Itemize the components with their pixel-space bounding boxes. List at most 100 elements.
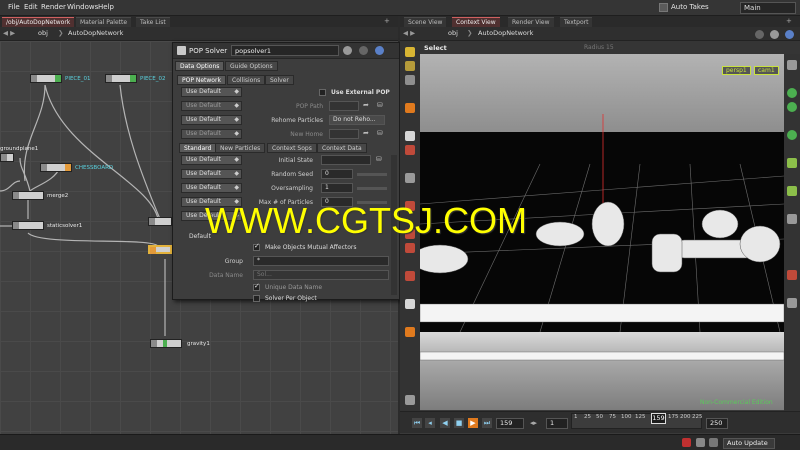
new-home-chooser-icon[interactable]: ⛁ [377,129,383,137]
camera-tool-icon[interactable] [405,299,415,309]
tab-context-sops[interactable]: Context Sops [267,143,317,153]
initial-state-chooser-icon[interactable]: ⛁ [376,155,382,163]
tab-take-list[interactable]: Take List [136,17,170,27]
light-icon[interactable] [787,88,797,98]
alert-icon[interactable] [682,438,691,447]
visibility-tool-icon[interactable] [405,173,415,183]
make-mutual-affectors-checkbox[interactable] [253,242,260,251]
random-seed-slider[interactable] [357,173,387,176]
performance-icon[interactable] [696,438,705,447]
use-default-random-seed[interactable]: Use Default ◆ [181,169,242,179]
node-merge2[interactable] [12,191,44,200]
current-frame-field[interactable]: 159 [496,418,524,429]
wireframe-icon[interactable] [787,130,797,140]
group-field[interactable]: * [253,256,389,266]
use-default-pop-path[interactable]: Use Default ◆ [181,101,242,111]
random-seed-field[interactable]: 0 [321,169,353,179]
use-default-external-pop[interactable]: Use Default ◆ [181,87,242,97]
node-piece-01[interactable] [30,74,62,83]
info-icon[interactable] [785,30,794,39]
node-chessboard[interactable] [40,163,72,172]
add-tab-icon[interactable]: + [786,17,792,25]
end-frame-field[interactable]: 250 [706,418,728,429]
shading-tool-icon[interactable] [405,327,415,337]
tab-material-palette[interactable]: Material Palette [76,17,132,27]
template-icon[interactable] [787,214,797,224]
path-obj[interactable]: obj [448,29,458,37]
initial-state-field[interactable] [321,155,371,165]
data-name-field[interactable]: Sol... [253,270,389,280]
take-select[interactable]: Main [740,2,796,14]
view-tool-icon[interactable] [405,103,415,113]
oversampling-slider[interactable] [357,187,387,190]
pop-path-jump-icon[interactable]: ➦ [363,101,369,109]
new-home-jump-icon[interactable]: ➦ [363,129,369,137]
tab-context-view[interactable]: Context View [452,17,500,27]
frame-step-icon[interactable]: ◂▸ [530,419,537,427]
viewport-persp-select[interactable]: persp1 [722,66,751,75]
menu-windows[interactable]: Windows [67,3,98,11]
node-popsolver-selected[interactable] [148,245,172,254]
pop-path-field[interactable] [329,101,359,111]
shadow-icon[interactable] [787,102,797,112]
auto-update-select[interactable]: Auto Update [723,438,775,449]
ghost-tool-icon[interactable] [405,271,415,281]
viewport-camera-select[interactable]: cam1 [754,66,779,75]
new-home-field[interactable] [329,129,359,139]
jump-start-icon[interactable]: ⏮ [412,418,422,428]
tab-render-view[interactable]: Render View [508,17,554,27]
tab-data-options[interactable]: Data Options [175,61,225,71]
gear-icon[interactable] [343,46,352,55]
display-options-icon[interactable] [787,60,797,70]
frame-step-field[interactable]: 1 [546,418,568,429]
path-obj[interactable]: obj [38,29,48,37]
oversampling-field[interactable]: 1 [321,183,353,193]
select-tool-icon[interactable] [405,47,415,57]
solver-per-object-checkbox[interactable] [253,295,260,302]
tab-textport[interactable]: Textport [560,17,593,27]
node-name-field[interactable]: popsolver1 [231,45,339,56]
safe-area-icon[interactable] [787,270,797,280]
jump-end-icon[interactable]: ⏭ [482,418,492,428]
pin-icon[interactable] [770,30,779,39]
snap-tool-icon[interactable] [405,145,415,155]
handle-tool-icon[interactable] [405,75,415,85]
node-gravity1[interactable] [150,339,182,348]
stop-icon[interactable]: ■ [454,418,464,428]
tab-scene-view[interactable]: Scene View [404,17,447,27]
node-dop-merge[interactable] [148,217,172,226]
playhead-frame[interactable]: 159 [651,413,666,424]
points-icon[interactable] [787,158,797,168]
background-icon[interactable] [787,298,797,308]
menu-help[interactable]: Help [98,3,114,11]
tab-pop-network[interactable]: POP Network [177,75,226,85]
timeline-ruler[interactable]: 1 25 50 75 100 125 150 175 200 225 [571,413,703,429]
auto-takes-checkbox[interactable] [659,3,668,12]
node-piece-02[interactable] [105,74,137,83]
use-default-new-home[interactable]: Use Default ◆ [181,129,242,139]
rehome-particles-select[interactable]: Do not Reho... [329,115,385,125]
tab-new-particles[interactable]: New Particles [215,143,266,153]
path-network[interactable]: AutoDopNetwork [478,29,533,37]
use-default-initial-state[interactable]: Use Default ◆ [181,155,242,165]
update-mode-icon[interactable] [709,438,718,447]
path-network[interactable]: AutoDopNetwork [68,29,123,37]
tab-solver[interactable]: Solver [265,75,294,85]
tab-network[interactable]: /obj/AutoDopNetwork [2,17,75,27]
transform-tool-icon[interactable] [405,61,415,71]
tab-context-data[interactable]: Context Data [317,143,367,153]
back-arrow-icon[interactable]: ◀ ▶ [3,29,15,37]
tab-collisions[interactable]: Collisions [227,75,266,85]
play-reverse-icon[interactable]: ◀ [440,418,450,428]
add-tab-icon[interactable]: + [384,17,390,25]
play-icon[interactable]: ▶ [468,418,478,428]
help-icon[interactable] [755,30,764,39]
step-back-icon[interactable]: ◂ [425,418,435,428]
menu-file[interactable]: File [8,3,20,11]
help-icon[interactable] [359,46,368,55]
unique-data-name-checkbox[interactable] [253,282,260,291]
node-groundplane[interactable] [0,153,14,162]
back-arrow-icon[interactable]: ◀ ▶ [403,29,415,37]
pose-tool-icon[interactable] [405,131,415,141]
tab-standard[interactable]: Standard [179,143,217,153]
